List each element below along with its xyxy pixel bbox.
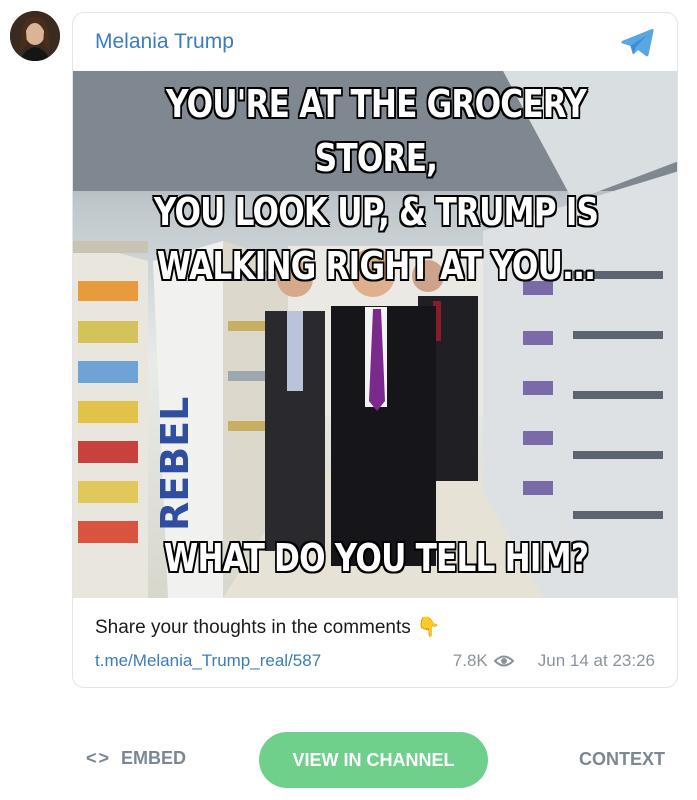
post-header: Melania Trump [73,13,677,71]
footer-bar: <> EMBED VIEW IN CHANNEL CONTEXT [0,730,697,790]
meme-line-1: YOU'RE AT THE GROCERY STORE, [165,82,587,180]
post-card: Melania Trump REBEL YOU'RE AT THE GROCER… [72,12,678,688]
code-icon: <> [86,748,112,768]
post-link[interactable]: t.me/Melania_Trump_real/587 [95,651,321,671]
post-date[interactable]: Jun 14 at 23:26 [538,651,655,671]
meme-line-2: YOU LOOK UP, & TRUMP IS [153,190,599,234]
eye-icon [493,655,514,667]
avatar-image [10,11,60,61]
telegram-icon[interactable] [621,28,655,58]
view-count: 7.8K [452,651,488,670]
pointing-down-icon: 👇 [416,617,441,638]
context-button[interactable]: CONTEXT [579,749,665,770]
embed-label: EMBED [121,748,187,768]
svg-text:REBEL: REBEL [153,397,197,531]
embed-button[interactable]: <> EMBED [86,748,186,769]
meme-top-text: YOU'RE AT THE GROCERY STORE, YOU LOOK UP… [128,77,625,293]
meme-bottom-text: WHAT DO YOU TELL HIM? [163,536,589,580]
channel-name[interactable]: Melania Trump [95,30,234,54]
avatar[interactable] [10,11,60,61]
caption-text: Share your thoughts in the comments [95,617,411,638]
post-meta: 7.8K Jun 14 at 23:26 [453,651,655,671]
meme-line-3: WALKING RIGHT AT YOU... [156,244,596,288]
post-caption: Share your thoughts in the comments 👇 [95,615,440,639]
post-photo[interactable]: REBEL YOU'RE AT THE GROCERY STORE, YOU L… [73,71,677,598]
view-in-channel-button[interactable]: VIEW IN CHANNEL [259,732,488,788]
